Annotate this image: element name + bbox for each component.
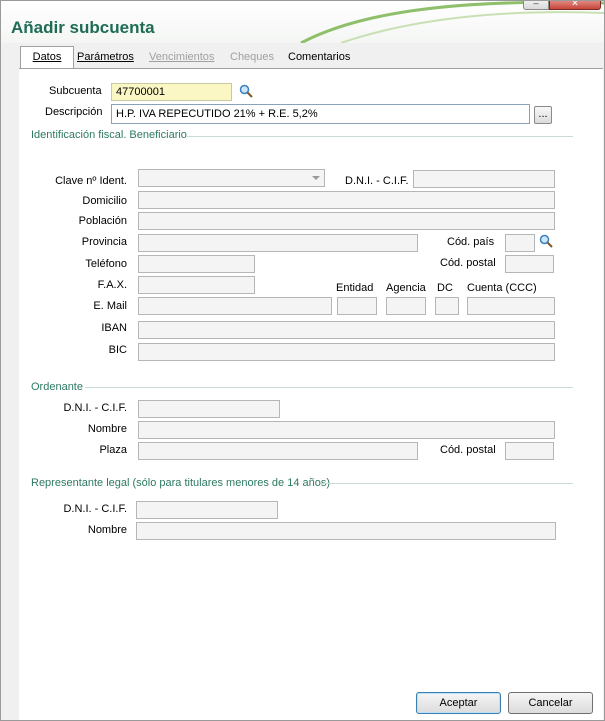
representante-section-title: Representante legal (sólo para titulares… (31, 477, 331, 489)
cod-postal-label: Cód. postal (440, 257, 496, 269)
clave-select[interactable] (138, 169, 325, 187)
search-icon[interactable] (239, 84, 253, 98)
title-bar: Añadir subcuenta – ✕ (1, 1, 604, 43)
subcuenta-input[interactable]: 47700001 (111, 83, 232, 101)
descripcion-input[interactable]: H.P. IVA REPECUTIDO 21% + R.E. 5,2% (111, 104, 530, 124)
tab-panel-datos: Subcuenta 47700001 Descripción H.P. IVA … (19, 68, 603, 720)
representante-nombre-input[interactable] (136, 522, 556, 540)
representante-dni-input[interactable] (136, 501, 278, 519)
tab-vencimientos[interactable]: Vencimientos (149, 47, 214, 67)
close-button[interactable]: ✕ (549, 1, 601, 10)
poblacion-label: Población (78, 215, 127, 227)
provincia-label: Provincia (81, 236, 127, 248)
cuenta-input[interactable] (467, 297, 555, 315)
ordenante-dni-label: D.N.I. - C.I.F. (63, 402, 127, 414)
ordenante-section-title: Ordenante (31, 381, 83, 393)
dialog-window: Añadir subcuenta – ✕ Datos Parámetros Ve… (0, 0, 605, 721)
tab-comentarios[interactable]: Comentarios (288, 47, 350, 67)
chevron-down-icon (312, 176, 320, 180)
poblacion-input[interactable] (138, 212, 555, 230)
ordenante-nombre-input[interactable] (138, 421, 555, 439)
accept-button[interactable]: Aceptar (416, 692, 501, 714)
ordenante-cod-postal-label: Cód. postal (440, 444, 496, 456)
email-label: E. Mail (93, 300, 127, 312)
dc-label: DC (437, 282, 453, 294)
cod-pais-label: Cód. país (447, 236, 495, 248)
fax-label: F.A.X. (97, 279, 127, 291)
descripcion-value: H.P. IVA REPECUTIDO 21% + R.E. 5,2% (116, 108, 318, 120)
descripcion-more-button[interactable]: ... (534, 106, 552, 124)
ordenante-divider (85, 387, 573, 388)
window-title: Añadir subcuenta (11, 18, 155, 37)
descripcion-label: Descripción (45, 106, 103, 118)
bic-label: BIC (108, 344, 127, 356)
domicilio-input[interactable] (138, 191, 555, 209)
iban-label: IBAN (101, 322, 127, 334)
agencia-label: Agencia (386, 282, 426, 294)
clave-label: Clave nº Ident. (55, 175, 127, 187)
representante-divider (321, 483, 573, 484)
email-input[interactable] (138, 297, 332, 315)
beneficiario-divider (187, 136, 573, 137)
subcuenta-label: Subcuenta (49, 85, 102, 97)
fax-input[interactable] (138, 276, 255, 294)
tab-datos[interactable]: Datos (20, 46, 74, 68)
subcuenta-value: 47700001 (116, 86, 165, 98)
bic-input[interactable] (138, 343, 555, 361)
entidad-label: Entidad (336, 282, 374, 294)
telefono-label: Teléfono (85, 258, 127, 270)
tab-cheques[interactable]: Cheques (230, 47, 274, 67)
telefono-input[interactable] (138, 255, 255, 273)
entidad-input[interactable] (337, 297, 377, 315)
minimize-button[interactable]: – (523, 1, 549, 10)
ordenante-cod-postal-input[interactable] (505, 442, 554, 460)
ordenante-dni-input[interactable] (138, 400, 280, 418)
dni-label: D.N.I. - C.I.F. (345, 175, 409, 187)
cuenta-label: Cuenta (CCC) (467, 282, 537, 294)
provincia-input[interactable] (138, 234, 418, 252)
agencia-input[interactable] (386, 297, 426, 315)
plaza-input[interactable] (138, 442, 418, 460)
ordenante-nombre-label: Nombre (87, 423, 127, 435)
representante-dni-label: D.N.I. - C.I.F. (63, 503, 127, 515)
dni-input[interactable] (413, 170, 555, 188)
cancel-button[interactable]: Cancelar (508, 692, 593, 714)
iban-input[interactable] (138, 321, 555, 339)
dc-input[interactable] (435, 297, 459, 315)
representante-nombre-label: Nombre (87, 524, 127, 536)
search-icon[interactable] (539, 234, 553, 248)
domicilio-label: Domicilio (82, 195, 127, 207)
tab-parametros[interactable]: Parámetros (77, 47, 134, 67)
cod-postal-input[interactable] (505, 255, 554, 273)
beneficiario-section-title: Identificación fiscal. Beneficiario (31, 129, 187, 141)
cod-pais-input[interactable] (505, 234, 535, 252)
plaza-label: Plaza (99, 444, 127, 456)
